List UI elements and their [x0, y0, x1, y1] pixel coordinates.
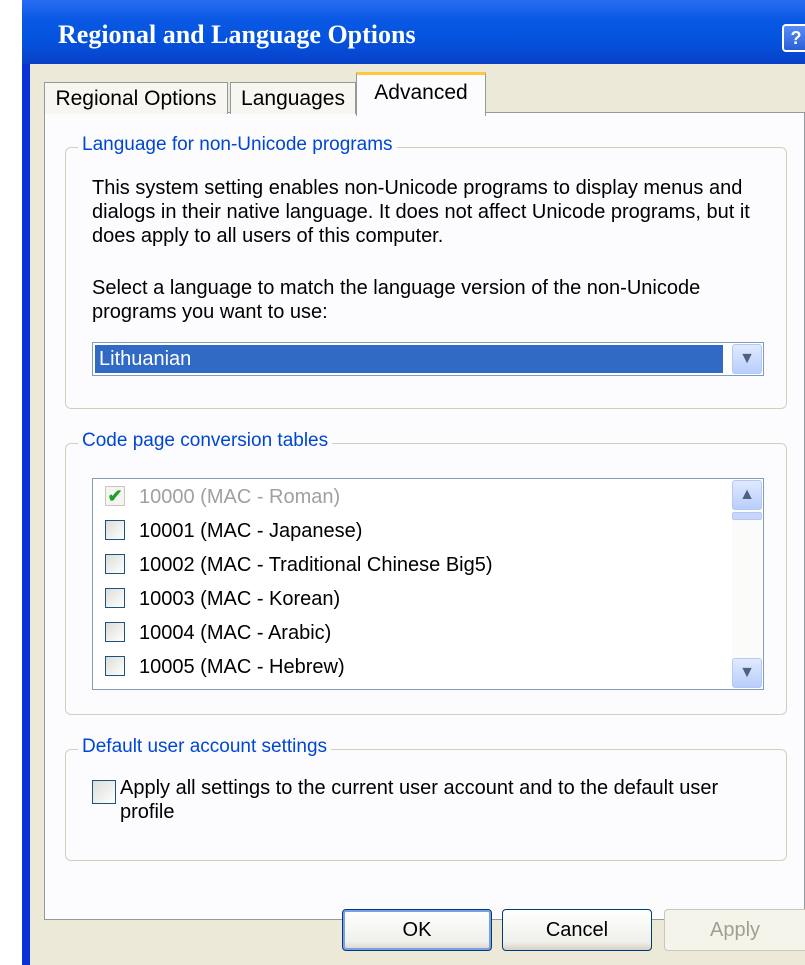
non-unicode-description: This system setting enables non-Unicode … [92, 177, 750, 247]
tab-advanced[interactable]: Advanced [356, 72, 486, 116]
apply-button[interactable]: Apply [664, 909, 805, 951]
list-item-label: 10003 (MAC - Korean) [139, 588, 341, 610]
checkbox-icon[interactable] [105, 587, 125, 608]
window-frame-left [22, 0, 30, 965]
selected-language: Lithuanian [95, 345, 723, 373]
list-item[interactable]: ✔ 10000 (MAC - Roman) [105, 481, 340, 513]
scroll-up-icon[interactable]: ▲ [732, 480, 762, 510]
window-title: Regional and Language Options [58, 20, 416, 49]
cancel-button[interactable]: Cancel [502, 909, 652, 951]
tab-label: Languages [241, 87, 345, 110]
checkbox-icon[interactable] [105, 655, 125, 676]
list-item[interactable]: 10001 (MAC - Japanese) [105, 515, 362, 547]
code-page-legend: Code page conversion tables [78, 430, 333, 452]
select-language-label: Select a language to match the language … [92, 277, 701, 323]
help-button[interactable]: ? [782, 24, 805, 52]
checkbox-icon[interactable] [105, 519, 125, 540]
list-item-label: 10004 (MAC - Arabic) [139, 622, 332, 644]
tab-regional-options[interactable]: Regional Options [44, 82, 228, 114]
chevron-down-icon[interactable]: ▼ [732, 344, 762, 374]
default-user-legend: Default user account settings [78, 736, 332, 758]
list-item-label: 10005 (MAC - Hebrew) [139, 656, 345, 678]
list-item-label: 10001 (MAC - Japanese) [139, 520, 363, 542]
tab-label: Advanced [374, 81, 468, 104]
checkbox-icon[interactable] [105, 553, 125, 574]
vertical-scrollbar[interactable]: ▲ ▼ [732, 480, 762, 688]
list-item-label: 10002 (MAC - Traditional Chinese Big5) [139, 554, 493, 576]
checkbox-icon[interactable] [105, 621, 125, 642]
tab-label: Regional Options [55, 87, 217, 110]
list-item[interactable]: 10002 (MAC - Traditional Chinese Big5) [105, 549, 493, 581]
list-item[interactable]: 10004 (MAC - Arabic) [105, 617, 331, 649]
checkbox-checked-icon[interactable]: ✔ [105, 485, 125, 506]
scroll-down-icon[interactable]: ▼ [732, 658, 762, 688]
non-unicode-legend: Language for non-Unicode programs [78, 134, 397, 156]
tab-languages[interactable]: Languages [230, 82, 356, 114]
scroll-thumb[interactable] [732, 512, 762, 520]
list-item[interactable]: 10005 (MAC - Hebrew) [105, 651, 345, 683]
list-item[interactable]: 10003 (MAC - Korean) [105, 583, 340, 615]
title-bar[interactable]: Regional and Language Options ? ✕ [22, 0, 805, 64]
apply-default-user-label: Apply all settings to the current user a… [120, 777, 719, 823]
list-item-label: 10000 (MAC - Roman) [139, 486, 341, 508]
checkbox-icon[interactable] [92, 780, 116, 804]
ok-button[interactable]: OK [342, 909, 492, 951]
language-select[interactable]: Lithuanian ▼ [92, 342, 764, 376]
code-page-list[interactable]: ✔ 10000 (MAC - Roman) 10001 (MAC - Japane… [92, 478, 764, 690]
